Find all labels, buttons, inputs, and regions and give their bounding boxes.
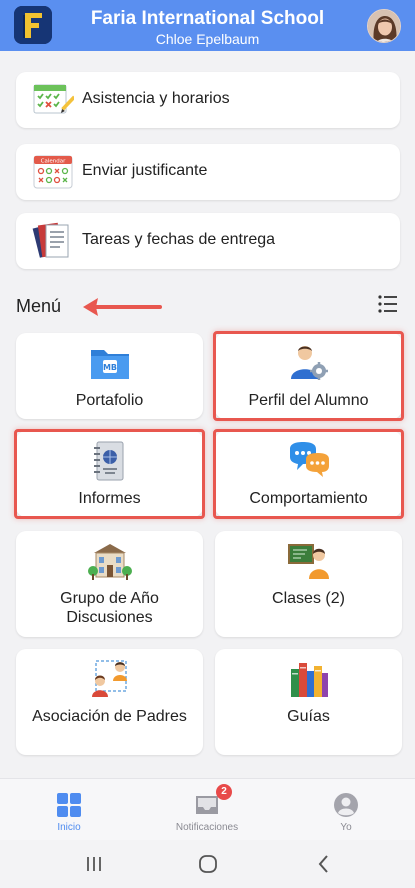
back-chevron-icon[interactable] [312,852,336,876]
send-excuse-label: Enviar justificante [82,162,208,179]
tile-year-group[interactable]: Grupo de Año Discusiones [16,531,203,637]
portfolio-folder-icon: MB [90,350,129,379]
highlight-student-profile [213,331,404,421]
profile-icon [334,793,358,817]
tile-portfolio-label: Portafolio [75,392,144,409]
calendar-icon: Calendar [33,155,73,189]
notifications-badge: 2 [216,784,232,800]
portfolio-icon-text: MB [102,363,116,372]
student-avatar[interactable] [367,9,401,43]
tasks-card[interactable]: Tareas y fechas de entrega [16,213,400,269]
home-grid-icon [57,793,81,817]
tile-parents-association-label: Asociación de Padres [32,708,187,725]
bottom-navigation: Inicio 2 Notificaciones Yo [0,778,415,840]
highlight-behaviour [213,429,404,519]
app-header: Faria International School Chloe Epelbau… [0,0,415,51]
school-name: Faria International School [90,8,325,29]
attendance-card[interactable]: Asistencia y horarios [16,72,400,128]
calendar-icon-text: Calendar [41,159,66,165]
nav-me-label: Yo [340,822,352,833]
nav-notifications-label: Notificaciones [175,822,239,833]
tasks-documents-icon [32,222,69,258]
nav-notifications[interactable]: 2 Notificaciones [138,779,276,841]
nav-me[interactable]: Yo [277,779,415,841]
send-excuse-card[interactable]: Calendar Enviar justificante [16,144,400,200]
annotation-arrow [83,298,162,316]
menu-title: Menú [16,296,62,316]
tile-year-group-label: Grupo de Año Discusiones [60,590,159,626]
attendance-checklist-icon [33,84,74,114]
home-circle-icon[interactable] [196,852,220,876]
system-navigation-bar [0,840,415,888]
recent-apps-icon[interactable] [82,852,106,876]
guides-books-icon [290,663,328,697]
attendance-label: Asistencia y horarios [82,90,230,107]
nav-home-label: Inicio [57,822,81,833]
tile-parents-association[interactable]: Asociación de Padres [16,649,203,755]
classes-teacher-icon [287,544,329,579]
school-building-icon [87,544,132,580]
highlight-reports [14,429,205,519]
tile-portfolio[interactable]: MB Portafolio [16,333,203,419]
tasks-label: Tareas y fechas de entrega [82,231,276,248]
parents-association-icon [91,660,127,697]
tile-classes[interactable]: Clases (2) [215,531,402,637]
list-view-icon[interactable] [377,293,399,315]
tile-classes-label: Clases (2) [272,590,345,607]
student-name[interactable]: Chloe Epelbaum [60,31,355,47]
faria-logo-icon[interactable] [14,6,52,44]
tile-guides-label: Guías [287,708,330,725]
nav-home[interactable]: Inicio [0,779,138,841]
tile-guides[interactable]: Guías [215,649,402,755]
